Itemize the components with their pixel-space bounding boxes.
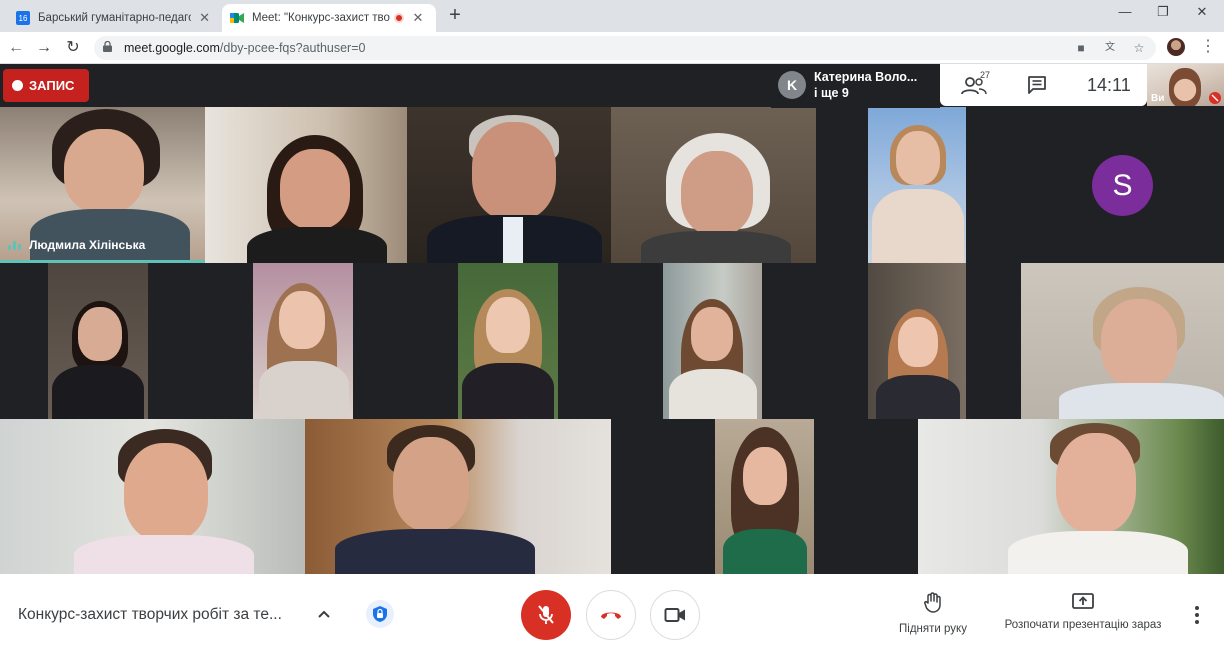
shield-lock-icon <box>373 606 387 622</box>
meet-video-grid: Людмила Хілінська S ЗАПИС K Катерина Вол… <box>0 64 1224 574</box>
close-tab-icon[interactable]: ✕ <box>197 10 212 26</box>
more-options-icon[interactable] <box>1190 604 1204 626</box>
forward-arrow-icon[interactable]: → <box>34 38 54 58</box>
tab-meet[interactable]: Meet: "Конкурс-захист творч ✕ <box>222 4 436 32</box>
browser-toolbar: ← → ↻ meet.google.com/dby-pcee-fqs?authu… <box>0 32 1224 64</box>
translate-icon[interactable]: 文 <box>1103 41 1117 55</box>
mic-off-icon <box>538 605 554 624</box>
presenter-more-count: і ще 9 <box>814 86 849 100</box>
camera-toggle-button[interactable] <box>650 590 700 640</box>
leave-call-button[interactable] <box>586 590 636 640</box>
participant-tile[interactable] <box>205 107 407 263</box>
participant-tile-speaker[interactable]: Людмила Хілінська <box>0 107 205 263</box>
host-controls-button[interactable] <box>366 600 394 628</box>
participant-tile[interactable] <box>663 263 762 419</box>
speaking-indicator-icon <box>8 240 21 250</box>
participant-tile[interactable] <box>458 263 558 419</box>
self-view-tile[interactable]: Ви <box>1147 64 1224 106</box>
hand-icon <box>924 592 941 613</box>
tab-title: Барський гуманітарно-педагогі <box>38 12 192 24</box>
calendar-favicon-icon: 16 <box>16 11 30 25</box>
video-camera-icon <box>664 608 685 622</box>
participant-tile[interactable] <box>0 419 305 574</box>
close-tab-icon[interactable]: ✕ <box>410 10 426 26</box>
present-now-label: Розпочати презентацію зараз <box>1004 619 1162 631</box>
back-arrow-icon[interactable]: ← <box>6 38 26 58</box>
meeting-info-panel: 27 14:11 <box>940 64 1147 106</box>
present-screen-icon <box>1072 593 1094 609</box>
participant-tile[interactable] <box>868 107 966 263</box>
hang-up-icon <box>601 612 621 619</box>
presenter-name: Катерина Воло... <box>814 70 918 84</box>
participant-tile[interactable] <box>48 263 148 419</box>
lock-icon <box>103 41 112 52</box>
close-window-icon[interactable]: ✕ <box>1187 4 1217 24</box>
meeting-title[interactable]: Конкурс-захист творчих робіт за те... <box>18 606 282 624</box>
participant-tile[interactable] <box>1021 263 1224 419</box>
participant-tile[interactable] <box>868 263 966 419</box>
bookmark-star-icon[interactable]: ☆ <box>1132 41 1146 55</box>
participant-tile[interactable] <box>611 107 816 263</box>
video-feed <box>1169 68 1201 106</box>
address-bar[interactable]: meet.google.com/dby-pcee-fqs?authuser=0 … <box>94 36 1156 60</box>
recording-label: ЗАПИС <box>29 78 75 93</box>
new-tab-button[interactable]: + <box>445 5 465 26</box>
recording-indicator-icon <box>394 13 404 23</box>
mic-muted-icon <box>1209 92 1221 104</box>
minimize-icon[interactable]: — <box>1110 4 1140 24</box>
raise-hand-label: Підняти руку <box>899 623 967 635</box>
recording-button[interactable]: ЗАПИС <box>3 69 89 102</box>
camera-in-use-icon[interactable]: ■ <box>1074 41 1088 55</box>
participant-tile[interactable] <box>918 419 1224 574</box>
presenter-avatar: K <box>778 71 806 99</box>
meeting-controls-bar: Конкурс-захист творчих робіт за те... Пі… <box>0 574 1224 657</box>
reload-icon[interactable]: ↻ <box>63 38 83 58</box>
tab-college[interactable]: 16 Барський гуманітарно-педагогі ✕ <box>8 4 220 32</box>
restore-icon[interactable]: ❐ <box>1148 4 1178 24</box>
participant-avatar: S <box>1092 155 1153 216</box>
profile-avatar[interactable] <box>1167 38 1185 56</box>
self-label: Ви <box>1151 93 1165 104</box>
participant-tile[interactable] <box>715 419 814 574</box>
url-text: meet.google.com/dby-pcee-fqs?authuser=0 <box>124 41 366 55</box>
microphone-toggle-button[interactable] <box>521 590 571 640</box>
meet-favicon-icon <box>230 11 244 25</box>
participant-tile[interactable] <box>305 419 611 574</box>
people-count: 27 <box>980 70 991 80</box>
tab-title: Meet: "Конкурс-захист творч <box>252 12 390 24</box>
participant-tile[interactable] <box>253 263 353 419</box>
meeting-clock: 14:11 <box>1087 75 1131 95</box>
record-dot-icon <box>12 80 23 91</box>
speaker-name-label: Людмила Хілінська <box>8 238 145 252</box>
raise-hand-button[interactable]: Підняти руку <box>893 592 973 635</box>
presenter-chip[interactable]: K Катерина Воло... і ще 9 <box>771 64 940 108</box>
chevron-up-icon[interactable] <box>316 605 332 623</box>
chrome-menu-icon[interactable]: ⋮ <box>1200 38 1216 56</box>
present-now-button[interactable]: Розпочати презентацію зараз <box>996 592 1170 631</box>
chat-icon[interactable] <box>1027 75 1047 95</box>
participant-tile[interactable] <box>407 107 611 263</box>
browser-tab-strip: 16 Барський гуманітарно-педагогі ✕ Meet:… <box>0 0 1224 32</box>
